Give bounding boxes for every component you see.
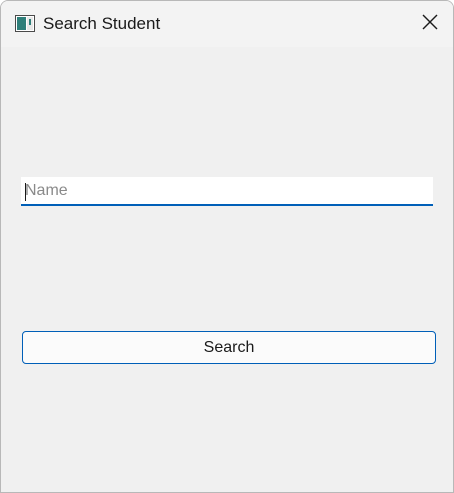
title-bar[interactable]: Search Student bbox=[1, 1, 453, 47]
search-student-window: Search Student Search bbox=[0, 0, 454, 493]
window-app-icon bbox=[15, 15, 35, 32]
name-input[interactable] bbox=[21, 177, 433, 206]
window-content: Search bbox=[1, 47, 453, 492]
close-button[interactable] bbox=[407, 1, 453, 47]
close-icon bbox=[422, 14, 438, 35]
window-title: Search Student bbox=[43, 14, 161, 33]
text-caret bbox=[25, 183, 26, 201]
search-button[interactable]: Search bbox=[22, 331, 436, 364]
